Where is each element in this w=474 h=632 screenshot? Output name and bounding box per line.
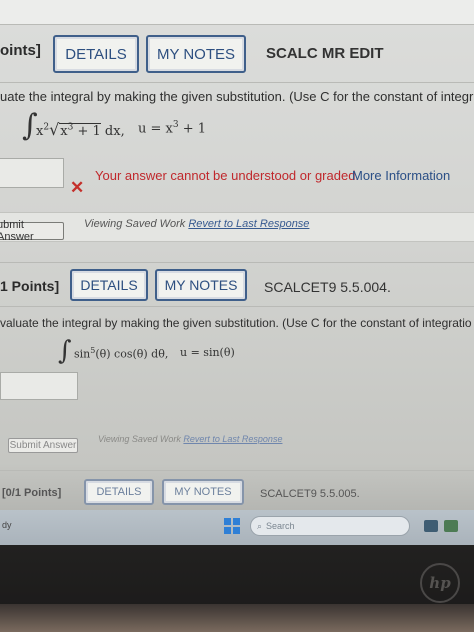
differential: dx, bbox=[100, 124, 125, 139]
problem2-my-notes-button[interactable]: MY NOTES bbox=[155, 269, 247, 301]
problem1-viewing-saved-work: Viewing Saved Work Revert to Last Respon… bbox=[84, 218, 309, 230]
windows-start-icon[interactable] bbox=[224, 518, 240, 534]
desk-surface bbox=[0, 604, 474, 632]
divider bbox=[0, 470, 474, 471]
divider bbox=[0, 262, 474, 263]
weather-widget[interactable]: dy bbox=[2, 520, 12, 530]
problem2-points: 1 Points] bbox=[0, 278, 60, 294]
app-icon[interactable] bbox=[444, 520, 458, 532]
radicand: x3 + 1 bbox=[59, 123, 101, 139]
problem1-prompt: uate the integral by making the given su… bbox=[0, 89, 474, 104]
problem1-substitution: u = x3 + 1 bbox=[138, 120, 206, 136]
problem2-code: SCALCET9 5.5.004. bbox=[264, 279, 391, 295]
revert-link[interactable]: Revert to Last Response bbox=[183, 434, 282, 444]
x-icon: ✕ bbox=[70, 178, 85, 197]
problem2-submit-button[interactable]: Submit Answer bbox=[8, 438, 78, 453]
problem3-my-notes-button[interactable]: MY NOTES bbox=[162, 479, 244, 505]
problem2-substitution: u = sin(θ) bbox=[180, 346, 235, 359]
revert-link[interactable]: Revert to Last Response bbox=[188, 218, 309, 230]
radical-sign: √ bbox=[49, 120, 60, 139]
problem3-code: SCALCET9 5.5.005. bbox=[260, 488, 360, 500]
taskbar-search[interactable]: ⌕ Search bbox=[250, 516, 410, 536]
problem2-integrand: sin5(θ) cos(θ) dθ, bbox=[74, 346, 168, 361]
problem2-prompt: valuate the integral by making the given… bbox=[0, 316, 472, 330]
taskbar: dy ⌕ Search bbox=[0, 510, 474, 545]
search-placeholder: Search bbox=[266, 521, 295, 531]
problem3-points: [0/1 Points] bbox=[2, 487, 62, 499]
integrand-rest: (θ) cos(θ) dθ, bbox=[95, 347, 169, 361]
task-view-icon[interactable] bbox=[424, 520, 438, 532]
screen: oints] DETAILS MY NOTES SCALC MR EDIT ua… bbox=[0, 0, 474, 545]
problem1-details-button[interactable]: DETAILS bbox=[53, 35, 139, 73]
problem1-answer-input[interactable] bbox=[0, 158, 64, 188]
problem1-integrand: x2√x3 + 1 dx, bbox=[36, 120, 125, 139]
problem2-viewing-saved-work: Viewing Saved Work Revert to Last Respon… bbox=[98, 434, 282, 444]
hp-logo: hp bbox=[420, 563, 460, 603]
radicand-variable: x bbox=[60, 124, 68, 139]
problem2-answer-input[interactable] bbox=[0, 372, 78, 400]
error-message: Your answer cannot be understood or grad… bbox=[95, 168, 360, 183]
more-information-link[interactable]: More Information bbox=[352, 168, 450, 183]
problem1-points: oints] bbox=[0, 42, 41, 59]
viewing-text: Viewing Saved Work bbox=[84, 218, 186, 230]
sine-function: sin bbox=[74, 347, 91, 361]
problem3-details-button[interactable]: DETAILS bbox=[84, 479, 154, 505]
substitution-lhs: u = x bbox=[138, 121, 173, 137]
problem2-details-button[interactable]: DETAILS bbox=[70, 269, 148, 301]
radicand-tail: + 1 bbox=[73, 124, 101, 139]
divider bbox=[0, 82, 474, 83]
integral-sign: ∫ bbox=[58, 336, 72, 366]
search-icon: ⌕ bbox=[257, 520, 263, 531]
problem1-my-notes-button[interactable]: MY NOTES bbox=[146, 35, 246, 73]
top-band bbox=[0, 0, 474, 24]
viewing-text: Viewing Saved Work bbox=[98, 434, 181, 444]
substitution-tail: + 1 bbox=[178, 121, 207, 137]
divider bbox=[0, 24, 474, 25]
divider bbox=[0, 306, 474, 307]
problem1-code: SCALC MR EDIT bbox=[266, 45, 384, 62]
problem1-submit-button[interactable]: ubmit Answer bbox=[0, 219, 64, 243]
